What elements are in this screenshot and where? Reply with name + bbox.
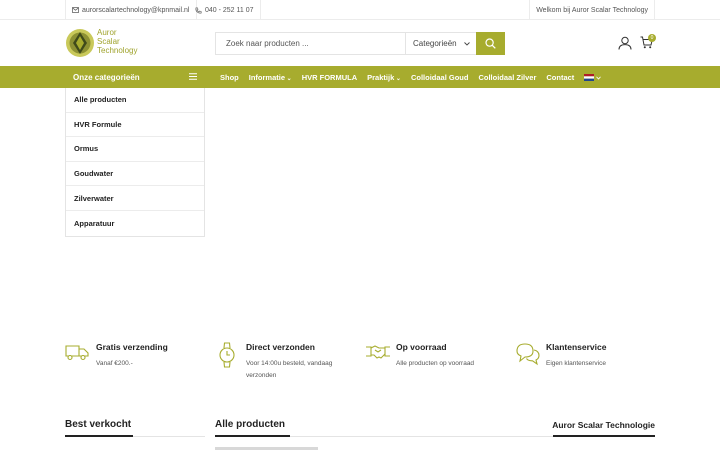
category-select[interactable]: Categorieën	[406, 33, 476, 54]
logo-line-2: Scalar	[97, 37, 120, 46]
logo-emblem-icon	[66, 29, 94, 57]
truck-icon	[65, 345, 89, 361]
feature-text: Eigen klantenservice	[546, 360, 606, 367]
category-item-ormus[interactable]: Ormus	[66, 137, 204, 162]
chevron-down-icon	[464, 42, 470, 46]
nav-item-informatie[interactable]: Informatie	[249, 73, 292, 82]
section-underline	[553, 435, 655, 437]
nav-item-contact[interactable]: Contact	[546, 73, 574, 82]
feature-text: Alle producten op voorraad	[396, 360, 475, 367]
logo-text: Auror Scalar Technology	[97, 28, 137, 55]
nav-item-hvr-formula[interactable]: HVR FORMULA	[302, 73, 357, 82]
nav-item-colloidaal-zilver[interactable]: Colloidaal Zilver	[478, 73, 536, 82]
top-phone-link[interactable]: 040 - 252 11 07	[189, 0, 261, 20]
search-icon	[485, 38, 496, 49]
welcome-text: Welkom bij Auror Scalar Technology	[536, 6, 648, 14]
chevron-down-icon	[596, 76, 602, 80]
feature-title: Gratis verzending	[96, 342, 168, 352]
menu-icon	[189, 73, 197, 80]
search-button[interactable]	[476, 32, 505, 55]
feature-title: Op voorraad	[396, 342, 447, 352]
categories-toggle[interactable]: Onze categorieën	[65, 66, 205, 88]
feature-title: Klantenservice	[546, 342, 607, 352]
phone-icon	[195, 6, 202, 13]
nav-menu: Shop Informatie HVR FORMULA Praktijk Col…	[220, 66, 602, 88]
chat-icon	[516, 343, 540, 366]
nav-item-praktijk[interactable]: Praktijk	[367, 73, 401, 82]
feature-text: Voor 14:00u besteld, vandaag verzonden	[246, 360, 333, 379]
category-item-zilverwater[interactable]: Zilverwater	[66, 186, 204, 211]
category-select-label: Categorieën	[413, 39, 457, 48]
category-item-hvr-formule[interactable]: HVR Formule	[66, 113, 204, 138]
language-switcher[interactable]	[584, 73, 602, 82]
section-title-best-sellers: Best verkocht	[65, 419, 132, 430]
handshake-icon	[366, 345, 390, 359]
feature-title: Direct verzonden	[246, 342, 315, 352]
nav-item-colloidaal-goud[interactable]: Colloidaal Goud	[411, 73, 469, 82]
category-item-apparatuur[interactable]: Apparatuur	[66, 211, 204, 236]
category-item-alle-producten[interactable]: Alle producten	[66, 88, 204, 113]
logo-line-3: Technology	[97, 46, 138, 55]
feature-text: Vanaf €200.-	[96, 360, 133, 367]
site-logo[interactable]: Auror Scalar Technology	[65, 28, 145, 60]
top-email-text: aurorscalartechnology@kpnmail.nl	[82, 6, 190, 14]
user-account-icon[interactable]	[618, 36, 632, 50]
dutch-flag-icon	[584, 74, 595, 82]
section-underline	[65, 435, 133, 437]
cart-count-badge: 0	[648, 34, 656, 42]
search-bar: Zoek naar producten ... Categorieën	[215, 32, 505, 55]
section-title-all-products: Alle producten	[215, 419, 286, 430]
category-list: Alle producten HVR Formule Ormus Goudwat…	[65, 88, 205, 237]
main-nav: Onze categorieën Shop Informatie HVR FOR…	[0, 66, 720, 88]
envelope-icon	[72, 7, 79, 13]
section-title-brand: Auror Scalar Technologie	[552, 420, 655, 430]
top-phone-text: 040 - 252 11 07	[205, 6, 254, 14]
top-welcome: Welkom bij Auror Scalar Technology	[529, 0, 655, 20]
logo-line-1: Auror	[97, 28, 117, 37]
nav-item-shop[interactable]: Shop	[220, 73, 239, 82]
category-item-goudwater[interactable]: Goudwater	[66, 162, 204, 187]
top-email-link[interactable]: aurorscalartechnology@kpnmail.nl	[65, 0, 197, 20]
section-underline	[215, 435, 290, 437]
search-input[interactable]: Zoek naar producten ...	[216, 33, 406, 54]
top-bar: aurorscalartechnology@kpnmail.nl 040 - 2…	[0, 0, 720, 20]
categories-toggle-label: Onze categorieën	[73, 72, 140, 82]
watch-icon	[219, 342, 235, 368]
